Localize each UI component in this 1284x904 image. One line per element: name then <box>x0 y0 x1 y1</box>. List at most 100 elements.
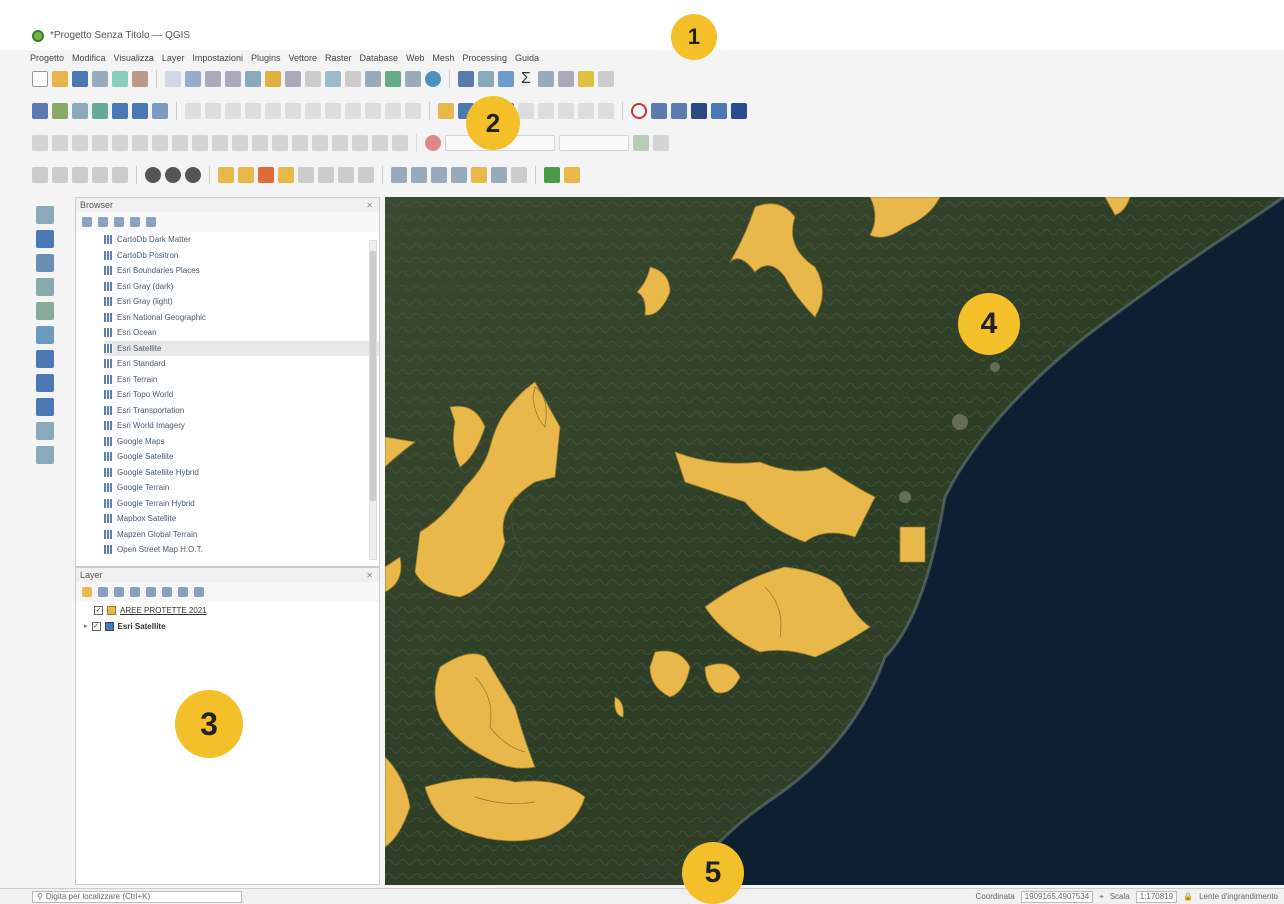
save-project-icon[interactable] <box>72 71 88 87</box>
add-wfs-icon[interactable] <box>132 103 148 119</box>
change-label-icon[interactable] <box>518 103 534 119</box>
globe-b-icon[interactable] <box>165 167 181 183</box>
add-ring-icon[interactable] <box>212 135 228 151</box>
layer-visibility-checkbox[interactable]: ✓ <box>94 605 103 615</box>
delete-ring-icon[interactable] <box>272 135 288 151</box>
georef-a-icon[interactable] <box>391 167 407 183</box>
zoom-to-selection-icon[interactable] <box>265 71 281 87</box>
browser-scrollbar[interactable] <box>369 240 377 560</box>
browser-collapse-icon[interactable] <box>130 217 140 227</box>
browser-item[interactable]: CartoDb Positron <box>104 248 379 264</box>
snapping-units-select[interactable] <box>559 135 629 151</box>
digitize-icon[interactable] <box>92 103 108 119</box>
browser-item[interactable]: Google Terrain <box>104 480 379 496</box>
browser-item[interactable]: Esri Topo World <box>104 387 379 403</box>
label-pin-diagram-icon[interactable] <box>578 103 594 119</box>
plugin-a-icon[interactable] <box>651 103 667 119</box>
identify-icon[interactable] <box>458 71 474 87</box>
panel-close-icon[interactable]: ✕ <box>366 201 379 210</box>
paste-icon[interactable] <box>365 103 381 119</box>
plugin-c-icon[interactable] <box>691 103 707 119</box>
select-by-value-icon[interactable] <box>52 167 68 183</box>
label-show-hide-diagram-icon[interactable] <box>598 103 614 119</box>
add-mesh-layer-icon[interactable] <box>36 254 54 272</box>
menu-item-visualizza[interactable]: Visualizza <box>114 53 154 63</box>
browser-item[interactable]: Esri Terrain <box>104 372 379 388</box>
panel-close-icon[interactable]: ✕ <box>366 571 379 580</box>
manage-visibility-icon[interactable] <box>114 587 124 597</box>
reverse-line-icon[interactable] <box>312 135 328 151</box>
merge-attributes-icon[interactable] <box>152 135 168 151</box>
scale-select[interactable]: 1:170819 <box>1135 890 1178 903</box>
browser-add-icon[interactable] <box>82 217 92 227</box>
add-feature-icon[interactable] <box>245 103 261 119</box>
browser-item[interactable]: Esri Ocean <box>104 325 379 341</box>
zoom-out-icon[interactable] <box>225 71 241 87</box>
simplify-icon[interactable] <box>192 135 208 151</box>
new-temp-layer-icon[interactable] <box>278 167 294 183</box>
refresh-icon[interactable] <box>425 71 441 87</box>
reshape-icon[interactable] <box>72 135 88 151</box>
new-spatialite-icon[interactable] <box>258 167 274 183</box>
map-canvas[interactable] <box>385 197 1284 885</box>
add-delimited-text-icon[interactable] <box>36 278 54 296</box>
pan-icon[interactable] <box>165 71 181 87</box>
split-parts-icon[interactable] <box>112 135 128 151</box>
browser-item[interactable]: Mapzen Global Terrain <box>104 527 379 543</box>
add-wfs-layer-icon[interactable] <box>36 374 54 392</box>
advanced-tool-icon[interactable] <box>32 135 48 151</box>
split-features-icon[interactable] <box>92 135 108 151</box>
remove-layer-icon[interactable] <box>194 587 204 597</box>
deselect-icon[interactable] <box>92 167 108 183</box>
vertex-tool-icon[interactable] <box>265 103 281 119</box>
merge-features-icon[interactable] <box>132 135 148 151</box>
zoom-to-layer-icon[interactable] <box>285 71 301 87</box>
menu-item-plugins[interactable]: Plugins <box>251 53 281 63</box>
browser-item[interactable]: Google Satellite Hybrid <box>104 465 379 481</box>
scrollbar-thumb[interactable] <box>370 251 376 501</box>
layer-row-esri-satellite[interactable]: ▸ ✓ Esri Satellite <box>76 618 379 634</box>
georef-b-icon[interactable] <box>411 167 427 183</box>
collapse-all-icon[interactable] <box>178 587 188 597</box>
menu-item-raster[interactable]: Raster <box>325 53 352 63</box>
add-vector-tile-icon[interactable] <box>36 446 54 464</box>
browser-item[interactable]: Google Satellite <box>104 449 379 465</box>
browser-item[interactable]: Esri Gray (light) <box>104 294 379 310</box>
map-tips-icon[interactable] <box>558 71 574 87</box>
new-map-view-icon[interactable] <box>365 71 381 87</box>
label-pin-icon[interactable] <box>438 103 454 119</box>
zoom-in-icon[interactable] <box>205 71 221 87</box>
plugin-edit-icon[interactable] <box>564 167 580 183</box>
fill-ring-icon[interactable] <box>252 135 268 151</box>
browser-item[interactable]: Esri Satellite <box>104 340 379 356</box>
map-svg[interactable] <box>385 197 1284 885</box>
browser-item[interactable]: Mapbox Satellite <box>104 511 379 527</box>
temporal-controller-icon[interactable] <box>405 71 421 87</box>
browser-info-icon[interactable] <box>146 217 156 227</box>
label-icon[interactable] <box>598 71 614 87</box>
add-part-icon[interactable] <box>232 135 248 151</box>
annotation-icon[interactable] <box>578 71 594 87</box>
menu-item-web[interactable]: Web <box>406 53 424 63</box>
zoom-full-icon[interactable] <box>245 71 261 87</box>
add-vector-icon[interactable] <box>72 103 88 119</box>
menu-item-mesh[interactable]: Mesh <box>432 53 454 63</box>
georef-g-icon[interactable] <box>511 167 527 183</box>
new-virtual-layer-icon[interactable] <box>318 167 334 183</box>
new-shapefile-icon[interactable] <box>218 167 234 183</box>
browser-item[interactable]: Esri National Geographic <box>104 310 379 326</box>
filter-expression-icon[interactable] <box>146 587 156 597</box>
zoom-native-icon[interactable] <box>305 71 321 87</box>
add-raster-icon[interactable] <box>32 103 48 119</box>
pan-to-selection-icon[interactable] <box>185 71 201 87</box>
add-mesh-icon[interactable] <box>52 103 68 119</box>
attribute-table-icon[interactable] <box>478 71 494 87</box>
expand-all-icon[interactable] <box>162 587 172 597</box>
offset-curve-icon[interactable] <box>52 135 68 151</box>
add-virtual-layer-icon[interactable] <box>36 326 54 344</box>
add-wms-icon[interactable] <box>112 103 128 119</box>
zoom-next-icon[interactable] <box>345 71 361 87</box>
cut-icon[interactable] <box>325 103 341 119</box>
layout-manager-icon[interactable] <box>112 71 128 87</box>
python-console-icon[interactable] <box>711 103 727 119</box>
